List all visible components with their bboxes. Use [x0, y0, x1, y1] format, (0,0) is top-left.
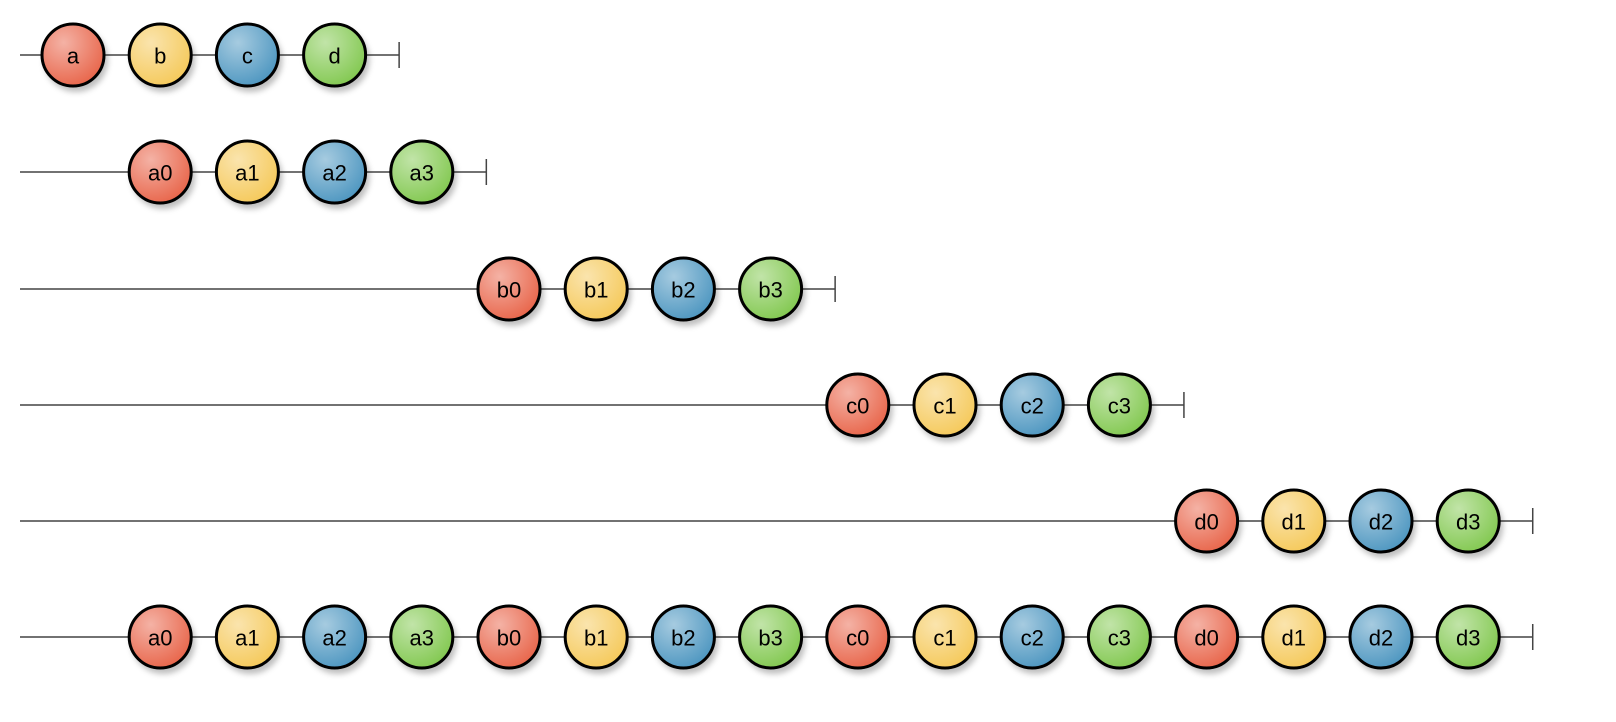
- marble-d: d: [302, 22, 370, 92]
- marble-label: d2: [1369, 626, 1393, 651]
- marble-label: c3: [1108, 626, 1131, 651]
- marble-a3: a3: [389, 139, 457, 209]
- marble-label: d3: [1456, 510, 1480, 535]
- marble-b1: b1: [563, 256, 632, 326]
- marble-label: a: [67, 44, 80, 69]
- marble-b1: b1: [563, 604, 632, 674]
- marble-label: c1: [933, 394, 956, 419]
- marble-a0: a0: [127, 139, 196, 209]
- marble-label: b0: [497, 278, 521, 303]
- marble-label: b1: [584, 626, 608, 651]
- marble-label: b: [154, 44, 166, 69]
- marble-label: b0: [497, 626, 521, 651]
- marble-label: c0: [846, 394, 869, 419]
- marble-label: c2: [1021, 626, 1044, 651]
- marble-d3: d3: [1435, 488, 1504, 558]
- timeline-3: b0 b1 b2 b3: [20, 256, 836, 326]
- marble-c2: c2: [999, 372, 1068, 442]
- marble-d0: d0: [1174, 488, 1242, 558]
- marble-d0: d0: [1174, 604, 1242, 674]
- marble-c1: c1: [912, 372, 980, 442]
- marble-c1: c1: [912, 604, 980, 674]
- marble-d1: d1: [1261, 488, 1329, 558]
- marble-label: b3: [758, 626, 782, 651]
- marble-b0: b0: [476, 604, 544, 674]
- marble-a1: a1: [214, 139, 283, 209]
- marble-c0: c0: [825, 604, 893, 674]
- marble-a: a: [40, 22, 108, 92]
- marble-d1: d1: [1261, 604, 1329, 674]
- marble-label: a1: [235, 161, 259, 186]
- marble-d3: d3: [1435, 604, 1504, 674]
- marble-b2: b2: [650, 256, 719, 326]
- marble-label: c2: [1021, 394, 1044, 419]
- marble-label: c0: [846, 626, 869, 651]
- marble-label: c: [242, 44, 253, 69]
- marble-label: d0: [1194, 626, 1218, 651]
- timeline-2: a0 a1 a2 a3: [20, 139, 488, 209]
- marble-a2: a2: [302, 604, 370, 674]
- marble-a3: a3: [389, 604, 457, 674]
- marble-label: c3: [1108, 394, 1131, 419]
- marble-label: d1: [1282, 626, 1306, 651]
- marble-label: b2: [671, 278, 695, 303]
- marble-c3: c3: [1086, 372, 1155, 442]
- marble-label: a3: [410, 161, 434, 186]
- marble-c2: c2: [999, 604, 1068, 674]
- marble-label: a2: [322, 626, 346, 651]
- marble-a0: a0: [127, 604, 196, 674]
- marble-label: b2: [671, 626, 695, 651]
- marble-label: a0: [148, 161, 172, 186]
- marble-label: d1: [1282, 510, 1306, 535]
- marble-label: a1: [235, 626, 259, 651]
- marble-a1: a1: [214, 604, 283, 674]
- marble-b0: b0: [476, 256, 544, 326]
- marble-label: d2: [1369, 510, 1393, 535]
- marble-b: b: [127, 22, 196, 92]
- timeline-1: a b c d: [20, 22, 400, 92]
- marble-c3: c3: [1086, 604, 1155, 674]
- marble-label: a3: [410, 626, 434, 651]
- marble-b3: b3: [738, 604, 806, 674]
- marble-d2: d2: [1348, 488, 1416, 558]
- timeline-6: a0 a1 a2 a3 b0 b1 b2 b3 c0 c1 c2 c3 d0 d1 d2 d3: [20, 604, 1534, 674]
- marble-b2: b2: [650, 604, 719, 674]
- marble-label: b3: [758, 278, 782, 303]
- marble-b3: b3: [738, 256, 806, 326]
- marble-label: c1: [933, 626, 956, 651]
- marble-diagram: a b c d a0 a1 a2 a3 b0 b1 b2 b3 c0 c1 c2 c3 d0 d1 d2 d3 a0 a1…: [20, 22, 1534, 674]
- timeline-4: c0 c1 c2 c3: [20, 372, 1185, 442]
- marble-label: a2: [322, 161, 346, 186]
- marble-c0: c0: [825, 372, 893, 442]
- marble-label: d: [328, 44, 340, 69]
- marble-label: d0: [1194, 510, 1218, 535]
- marble-a2: a2: [302, 139, 370, 209]
- marble-label: a0: [148, 626, 172, 651]
- marble-label: b1: [584, 278, 608, 303]
- marble-c: c: [214, 22, 283, 92]
- marble-d2: d2: [1348, 604, 1416, 674]
- marble-label: d3: [1456, 626, 1480, 651]
- timeline-5: d0 d1 d2 d3: [20, 488, 1534, 558]
